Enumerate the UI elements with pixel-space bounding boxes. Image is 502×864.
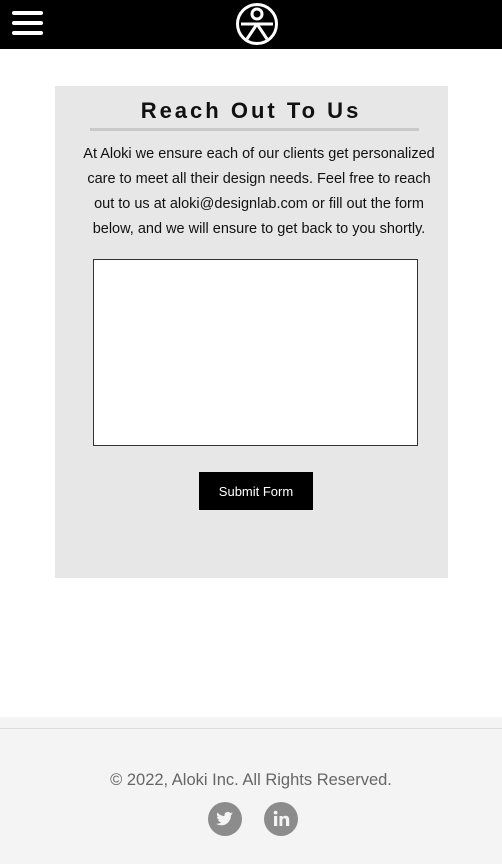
page-title: Reach Out To Us (140, 98, 362, 123)
submit-form-button[interactable]: Submit Form (199, 472, 313, 510)
title-divider (90, 128, 419, 131)
aloki-logo-icon[interactable] (235, 2, 279, 46)
copyright-text: © 2022, Aloki Inc. All Rights Reserved. (110, 771, 392, 789)
twitter-icon[interactable] (208, 802, 242, 836)
top-nav-bar (0, 0, 502, 49)
hamburger-menu-icon[interactable] (12, 11, 43, 35)
linkedin-icon[interactable] (264, 802, 298, 836)
footer: © 2022, Aloki Inc. All Rights Reserved. (0, 717, 502, 864)
contact-intro-text: At Aloki we ensure each of our clients g… (83, 146, 435, 237)
footer-divider (0, 728, 502, 729)
message-textarea[interactable] (93, 259, 418, 446)
